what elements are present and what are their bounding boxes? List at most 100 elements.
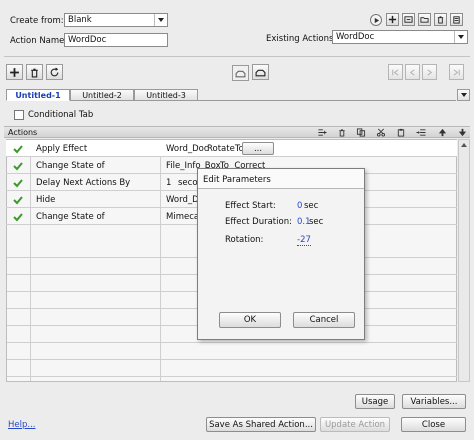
tab-untitled-2[interactable]: Untitled-2 bbox=[70, 89, 134, 101]
edit-parameters-button[interactable]: ... bbox=[242, 142, 274, 155]
add-tab-button[interactable] bbox=[6, 64, 23, 80]
row-action-name: Change State of bbox=[36, 211, 105, 222]
ok-label: OK bbox=[243, 315, 257, 325]
create-from-value: Blank bbox=[68, 15, 92, 25]
chevron-down-icon bbox=[460, 93, 467, 97]
folder-button[interactable] bbox=[418, 13, 431, 26]
action-name-input[interactable]: WordDoc bbox=[64, 33, 168, 47]
move-up-button[interactable] bbox=[436, 127, 448, 138]
duplicate-tab-button[interactable] bbox=[46, 64, 63, 80]
tab-list-button[interactable] bbox=[457, 89, 470, 101]
existing-actions-value: WordDoc bbox=[336, 32, 375, 42]
tab-label: Untitled-2 bbox=[82, 90, 122, 100]
import-button[interactable] bbox=[402, 13, 415, 26]
help-link[interactable]: Help... bbox=[8, 420, 35, 430]
check-icon bbox=[13, 208, 23, 225]
actions-grid-scrollbar[interactable] bbox=[458, 139, 470, 382]
tab-untitled-3[interactable]: Untitled-3 bbox=[134, 89, 198, 101]
row-action-name: Delay Next Actions By bbox=[36, 177, 131, 188]
row-action-name: Hide bbox=[36, 194, 56, 205]
check-icon bbox=[13, 140, 23, 157]
library-icon bbox=[453, 16, 460, 24]
create-from-label: Create from: bbox=[10, 16, 64, 26]
effect-start-input[interactable]: 0 bbox=[297, 201, 302, 211]
actions-header-label: Actions bbox=[8, 128, 38, 137]
chevron-right-icon bbox=[427, 68, 433, 76]
effect-start-label: Effect Start: bbox=[225, 201, 276, 211]
tab-label: Untitled-1 bbox=[15, 90, 61, 100]
scissors-icon bbox=[376, 128, 386, 137]
close-button[interactable]: Close bbox=[401, 417, 466, 432]
cancel-label: Cancel bbox=[309, 315, 339, 325]
rotation-input[interactable]: -27 bbox=[297, 235, 311, 246]
tray-icon bbox=[255, 69, 266, 76]
preview-play-button[interactable] bbox=[370, 14, 382, 26]
library-button[interactable] bbox=[450, 13, 463, 26]
arrow-up-icon bbox=[438, 128, 446, 137]
existing-actions-label: Existing Actions: bbox=[266, 34, 337, 44]
chevron-down-icon bbox=[154, 14, 167, 26]
effect-duration-label: Effect Duration: bbox=[225, 217, 292, 227]
move-down-button[interactable] bbox=[456, 127, 468, 138]
effect-start-unit: sec bbox=[304, 201, 319, 211]
create-from-dropdown[interactable]: Blank bbox=[64, 13, 168, 27]
save-as-shared-action-label: Save As Shared Action... bbox=[209, 419, 313, 430]
chevron-down-icon bbox=[454, 31, 467, 43]
tab-untitled-1[interactable]: Untitled-1 bbox=[6, 89, 70, 101]
cut-action-button[interactable] bbox=[375, 127, 387, 138]
delete-action-button[interactable] bbox=[434, 13, 447, 26]
row-target: 1 bbox=[166, 177, 172, 188]
row-action-name: Change State of bbox=[36, 160, 105, 171]
tray-icon bbox=[235, 70, 246, 77]
play-icon bbox=[374, 17, 379, 23]
usage-label: Usage bbox=[361, 396, 389, 407]
last-tab-button[interactable] bbox=[449, 64, 464, 80]
previous-tab-button[interactable] bbox=[405, 64, 420, 80]
first-tab-button[interactable] bbox=[388, 64, 403, 80]
variables-label: Variables... bbox=[410, 396, 458, 407]
action-name-label: Action Name: bbox=[10, 36, 68, 46]
copy-action-button[interactable] bbox=[355, 127, 367, 138]
next-tab-button[interactable] bbox=[422, 64, 437, 80]
tab-option-button-1[interactable] bbox=[232, 65, 249, 81]
variables-button[interactable]: Variables... bbox=[402, 394, 466, 409]
add-action-button[interactable] bbox=[386, 13, 399, 26]
paste-icon bbox=[397, 128, 405, 137]
row-target: Word_Doc bbox=[166, 143, 209, 154]
trash-icon bbox=[31, 68, 38, 77]
paste-action-button[interactable] bbox=[395, 127, 407, 138]
plus-icon bbox=[388, 15, 397, 24]
ok-button[interactable]: OK bbox=[219, 312, 281, 328]
insert-row-icon bbox=[416, 129, 426, 136]
scroll-up-icon[interactable] bbox=[460, 141, 468, 149]
tab-option-button-2[interactable] bbox=[252, 64, 269, 80]
row-action-name: Apply Effect bbox=[36, 143, 88, 154]
conditional-tab-label: Conditional Tab bbox=[28, 110, 94, 120]
tab-strip-line bbox=[198, 100, 456, 101]
edit-parameters-dialog: Edit Parameters Effect Start: 0 sec Effe… bbox=[197, 168, 365, 340]
effect-duration-unit: sec bbox=[309, 217, 324, 227]
table-row[interactable]: Apply Effect Word_Doc RotateTo ... bbox=[6, 140, 457, 157]
insert-action-button[interactable] bbox=[415, 127, 427, 138]
existing-actions-dropdown[interactable]: WordDoc bbox=[332, 30, 468, 44]
check-icon bbox=[13, 191, 23, 208]
arrow-down-icon bbox=[458, 128, 466, 137]
update-action-button[interactable]: Update Action bbox=[320, 417, 390, 432]
folder-icon bbox=[420, 17, 429, 23]
plus-icon bbox=[10, 67, 19, 77]
cancel-button[interactable]: Cancel bbox=[293, 312, 355, 328]
add-action-row-button[interactable] bbox=[316, 127, 328, 138]
delete-tab-button[interactable] bbox=[26, 64, 43, 80]
row-detail: RotateTo bbox=[207, 143, 244, 154]
skip-last-icon bbox=[453, 68, 460, 76]
trash-icon bbox=[339, 129, 345, 137]
edit-parameters-label: ... bbox=[253, 143, 263, 154]
save-as-shared-action-button[interactable]: Save As Shared Action... bbox=[206, 417, 316, 432]
check-icon bbox=[13, 174, 23, 191]
chevron-left-icon bbox=[409, 68, 415, 76]
delete-action-row-button[interactable] bbox=[336, 127, 348, 138]
usage-button[interactable]: Usage bbox=[355, 394, 395, 409]
copy-icon bbox=[356, 128, 366, 137]
add-row-icon bbox=[318, 129, 327, 136]
conditional-tab-checkbox[interactable] bbox=[14, 110, 24, 120]
